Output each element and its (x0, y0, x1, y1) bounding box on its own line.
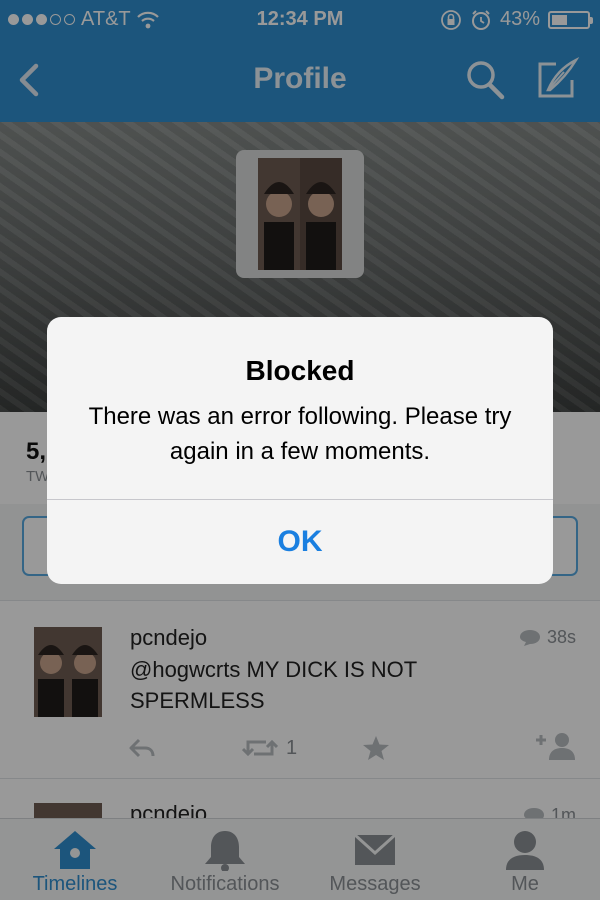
alert-title: Blocked (245, 355, 355, 386)
alert-message: There was an error following. Please try… (88, 403, 512, 465)
ok-button[interactable]: OK (47, 500, 553, 584)
alert-dialog: Blocked There was an error following. Pl… (47, 317, 553, 584)
